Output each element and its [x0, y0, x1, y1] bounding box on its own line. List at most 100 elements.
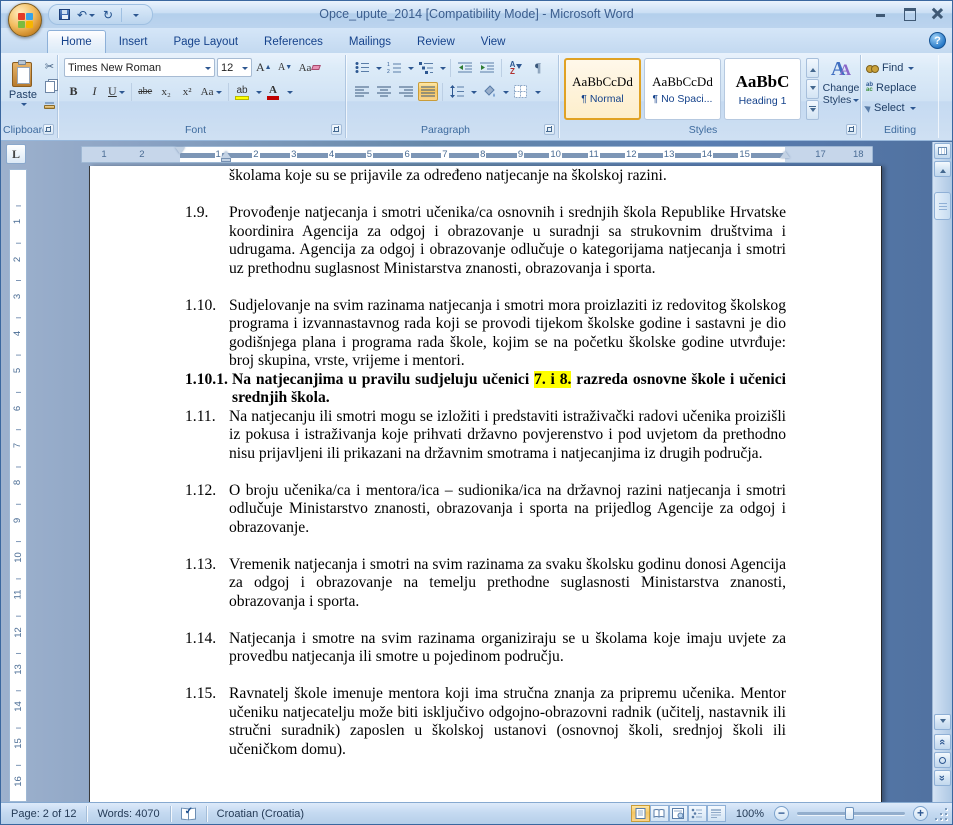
- ruler-toggle-button[interactable]: [934, 143, 951, 159]
- list-item-1-14[interactable]: 1.14. Natjecanja i smotre na svim razina…: [185, 630, 786, 667]
- paragraph-continuation[interactable]: školama koje su se prijavile za određeno…: [229, 167, 786, 186]
- style-thumbnail[interactable]: AaBbCcDd ¶ Normal: [564, 58, 641, 120]
- chevron-down-icon[interactable]: [408, 67, 414, 73]
- redo-button[interactable]: ↻: [99, 6, 117, 23]
- hanging-indent-marker[interactable]: [221, 151, 231, 158]
- line-spacing-button[interactable]: [447, 82, 467, 101]
- customize-qat-button[interactable]: [126, 6, 144, 23]
- ribbon-tab[interactable]: References: [251, 31, 336, 53]
- undo-button[interactable]: ↶: [77, 6, 95, 23]
- document-page[interactable]: školama koje su se prijavile za određeno…: [89, 166, 882, 802]
- list-item-1-15[interactable]: 1.15. Ravnatelj škole imenuje mentora ko…: [185, 685, 786, 759]
- list-item-1-13[interactable]: 1.13. Vremenik natjecanja i smotri na sv…: [185, 556, 786, 612]
- office-button[interactable]: [8, 3, 42, 37]
- clipboard-dialog-launcher[interactable]: [43, 124, 54, 135]
- vertical-scrollbar[interactable]: « «: [932, 142, 952, 802]
- align-center-button[interactable]: [374, 82, 394, 101]
- chevron-down-icon[interactable]: [256, 91, 262, 97]
- right-indent-marker[interactable]: [780, 151, 790, 158]
- chevron-down-icon[interactable]: [287, 91, 293, 97]
- grow-font-button[interactable]: A▲: [254, 58, 274, 77]
- zoom-out-button[interactable]: −: [774, 806, 789, 821]
- underline-button[interactable]: U: [106, 82, 127, 101]
- chevron-down-icon[interactable]: [503, 91, 509, 97]
- ribbon-tab[interactable]: Mailings: [336, 31, 404, 53]
- gallery-scroll-up-button[interactable]: [806, 58, 819, 78]
- zoom-in-button[interactable]: +: [913, 806, 928, 821]
- text-highlight-button[interactable]: ab: [233, 82, 252, 101]
- vertical-ruler[interactable]: 1234567891011121314151617: [9, 169, 27, 802]
- list-item-1-9[interactable]: 1.9. Provođenje natjecanja i smotri učen…: [185, 204, 786, 278]
- chevron-down-icon[interactable]: [440, 67, 446, 73]
- select-browse-object-button[interactable]: [934, 752, 951, 768]
- list-item-1-12[interactable]: 1.12. O broju učenika/ca i mentora/ica –…: [185, 482, 786, 538]
- shrink-font-button[interactable]: A▼: [276, 58, 295, 77]
- replace-button[interactable]: abac Replace: [866, 79, 916, 97]
- italic-button[interactable]: I: [85, 82, 104, 101]
- full-screen-reading-view-button[interactable]: [650, 805, 669, 822]
- chevron-down-icon[interactable]: [535, 91, 541, 97]
- outline-view-button[interactable]: [688, 805, 707, 822]
- zoom-slider-track[interactable]: [797, 812, 905, 815]
- paste-button[interactable]: Paste: [6, 57, 40, 121]
- list-item-1-10[interactable]: 1.10. Sudjelovanje na svim razinama natj…: [185, 297, 786, 371]
- multilevel-list-button[interactable]: [416, 58, 436, 77]
- proofing-status[interactable]: ✓: [171, 806, 207, 822]
- change-styles-button[interactable]: AA Change Styles: [822, 58, 860, 122]
- next-page-button[interactable]: «: [934, 770, 951, 786]
- scroll-up-button[interactable]: [934, 161, 951, 177]
- language-indicator[interactable]: Croatian (Croatia): [207, 806, 314, 822]
- bullets-button[interactable]: [352, 58, 372, 77]
- save-button[interactable]: [55, 6, 73, 23]
- ribbon-tab[interactable]: Insert: [106, 31, 161, 53]
- list-item-1-10-1[interactable]: 1.10.1. Na natjecanjima u pravilu sudjel…: [185, 371, 786, 408]
- page-number-indicator[interactable]: Page: 2 of 12: [1, 806, 87, 822]
- select-button[interactable]: Select: [866, 99, 916, 117]
- show-hide-marks-button[interactable]: ¶: [528, 58, 548, 77]
- ribbon-tab[interactable]: View: [468, 31, 519, 53]
- subscript-button[interactable]: x₂: [157, 82, 176, 101]
- shading-button[interactable]: [479, 82, 499, 101]
- borders-button[interactable]: [511, 82, 531, 101]
- left-indent-marker[interactable]: [221, 158, 231, 162]
- justify-button[interactable]: [418, 82, 438, 101]
- help-button[interactable]: ?: [929, 32, 946, 49]
- format-painter-button[interactable]: [41, 98, 58, 115]
- font-dialog-launcher[interactable]: [331, 124, 342, 135]
- close-button[interactable]: [930, 7, 944, 19]
- scroll-down-button[interactable]: [934, 714, 951, 730]
- decrease-indent-button[interactable]: [455, 58, 475, 77]
- resize-grip[interactable]: [934, 807, 948, 821]
- increase-indent-button[interactable]: [477, 58, 497, 77]
- find-button[interactable]: Find: [866, 59, 914, 77]
- first-line-indent-marker[interactable]: [175, 147, 185, 154]
- clear-formatting-button[interactable]: Aa: [297, 58, 323, 77]
- list-item-1-11[interactable]: 1.11. Na natjecanju ili smotri mogu se i…: [185, 408, 786, 464]
- ribbon-tab[interactable]: Page Layout: [160, 31, 251, 53]
- gallery-more-button[interactable]: [806, 100, 819, 120]
- chevron-down-icon[interactable]: [471, 91, 477, 97]
- tab-stop-selector[interactable]: L: [6, 144, 26, 164]
- cut-button[interactable]: ✂: [41, 58, 58, 75]
- horizontal-ruler[interactable]: 21 123456789101112131415 1718: [81, 146, 873, 163]
- font-size-combo[interactable]: 12: [217, 58, 252, 77]
- strikethrough-button[interactable]: abe: [136, 82, 155, 101]
- chevron-down-icon[interactable]: [376, 67, 382, 73]
- numbering-button[interactable]: 12: [384, 58, 404, 77]
- styles-dialog-launcher[interactable]: [846, 124, 857, 135]
- font-color-button[interactable]: A: [264, 82, 283, 101]
- style-thumbnail[interactable]: AaBbC Heading 1: [724, 58, 801, 120]
- zoom-slider-thumb[interactable]: [845, 807, 854, 820]
- zoom-level[interactable]: 100%: [730, 808, 770, 820]
- bold-button[interactable]: B: [64, 82, 83, 101]
- web-layout-view-button[interactable]: [669, 805, 688, 822]
- ribbon-tab[interactable]: Home: [47, 30, 106, 53]
- font-family-combo[interactable]: Times New Roman: [64, 58, 215, 77]
- style-thumbnail[interactable]: AaBbCcDd ¶ No Spaci...: [644, 58, 721, 120]
- align-left-button[interactable]: [352, 82, 372, 101]
- previous-page-button[interactable]: «: [934, 734, 951, 750]
- draft-view-button[interactable]: [707, 805, 726, 822]
- maximize-button[interactable]: [902, 7, 916, 19]
- gallery-scroll-down-button[interactable]: [806, 79, 819, 99]
- ribbon-tab[interactable]: Review: [404, 31, 468, 53]
